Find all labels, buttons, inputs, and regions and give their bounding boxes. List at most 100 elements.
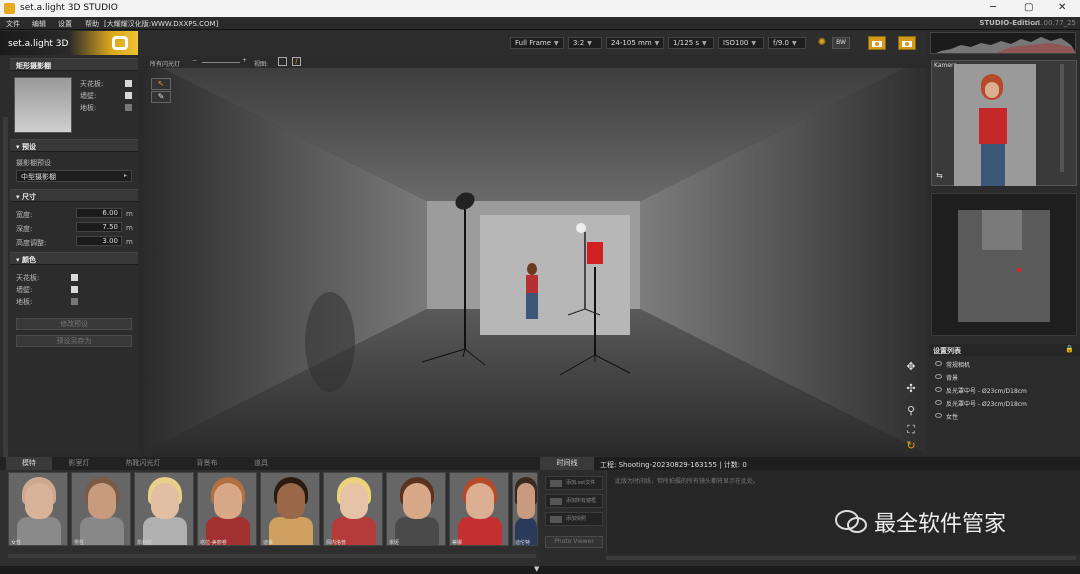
flash-plus-icon[interactable]: +	[242, 57, 247, 64]
eye-icon[interactable]	[935, 361, 942, 366]
tab-props[interactable]: 道具	[238, 457, 284, 470]
model-card[interactable]: 迪伦特	[512, 472, 538, 546]
settings-item[interactable]: 背景	[933, 373, 1069, 382]
size-header[interactable]: ▾ 尺寸	[10, 189, 138, 202]
left-scrollbar[interactable]	[3, 117, 8, 507]
wall-color-swatch[interactable]	[71, 286, 78, 293]
wall-checkbox[interactable]	[125, 92, 132, 99]
close-button[interactable]: ✕	[1058, 2, 1066, 13]
settings-item[interactable]: 女性	[933, 412, 1069, 421]
model-shirt	[979, 108, 1007, 144]
select-tool-icon[interactable]: ↖	[151, 78, 171, 90]
measure-tool-icon[interactable]: ✎	[151, 91, 171, 103]
model-scrollbar[interactable]	[8, 554, 536, 558]
menu-bar: 文件 编辑 设置 帮助 [大耀耀汉化版:WWW.DXXPS.COM] STUDI…	[0, 17, 1080, 30]
preset-select[interactable]: 中型摄影棚 ▸	[16, 170, 132, 182]
eye-icon[interactable]	[935, 387, 942, 392]
project-info: 工程: Shooting-20230829-163155 | 计数: 0	[600, 461, 747, 469]
settings-item[interactable]: 常规相机	[933, 360, 1069, 369]
add-frames-icon	[550, 498, 562, 505]
edition-label: STUDIO-Edition	[979, 19, 1040, 27]
tab-models[interactable]: 模特	[6, 457, 52, 470]
ceiling-checkbox[interactable]	[125, 80, 132, 87]
model-card[interactable]: 迪莱	[260, 472, 320, 546]
add-snapshot-button[interactable]: 添加快照	[545, 512, 603, 526]
camera-zoom-slider[interactable]	[1060, 64, 1064, 172]
width-label: 宽度:	[16, 211, 33, 219]
depth-input[interactable]: 7.50	[76, 222, 122, 232]
zoom-icon[interactable]: ⚲	[904, 404, 918, 418]
histogram	[930, 32, 1076, 54]
add-all-frames-button[interactable]: 添加所有镜框	[545, 494, 603, 508]
eye-icon[interactable]	[935, 400, 942, 405]
color-header[interactable]: ▾ 颜色	[10, 252, 138, 265]
modify-preset-button[interactable]: 修改预设	[16, 318, 132, 330]
model-card[interactable]: 凯利尔	[134, 472, 194, 546]
menu-edit[interactable]: 编辑	[32, 19, 46, 29]
menu-settings[interactable]: 设置	[58, 19, 72, 29]
floor-label: 地板:	[80, 104, 97, 112]
grid-icon[interactable]	[278, 57, 287, 66]
reset-view-icon[interactable]: ↻	[904, 439, 918, 453]
bw-toggle[interactable]: BW	[832, 37, 850, 49]
timeline-scrollbar[interactable]	[606, 556, 1076, 560]
3d-viewport[interactable]: 所有闪光灯 − + 视图: / ↖ ✎ ✥ ✣ ⚲ ⛶ ↻	[140, 57, 927, 454]
snapshot-button[interactable]	[868, 36, 886, 50]
orbit-icon[interactable]: ✥	[904, 360, 918, 374]
height-input[interactable]: 3.00	[76, 236, 122, 246]
preset-header[interactable]: ▾ 预设	[10, 139, 138, 152]
pan-icon[interactable]: ✣	[904, 382, 918, 396]
minimize-button[interactable]: ─	[990, 2, 996, 13]
model-library: 女性 男性 凯利尔 塔拉-美丽卷 迪莱 佩内洛普 米娅 蒂娜 迪伦特	[0, 470, 540, 566]
collapse-panel-icon[interactable]: ▼	[534, 566, 539, 573]
lock-icon[interactable]: 🔒	[1065, 345, 1074, 353]
settings-item[interactable]: 反光罩中号 - Ø23cm/D18cm	[933, 399, 1069, 408]
room-header[interactable]: 矩形摄影棚	[10, 58, 138, 71]
tab-backdrops[interactable]: 背景布	[184, 457, 230, 470]
model-card[interactable]: 佩内洛普	[323, 472, 383, 546]
settings-item[interactable]: 反光罩中号 - Ø23cm/D18cm	[933, 386, 1069, 395]
flash-minus-icon[interactable]: −	[192, 57, 197, 64]
model-card[interactable]: 男性	[71, 472, 131, 546]
top-view-map[interactable]	[931, 193, 1077, 336]
watermark: 最全软件管家	[834, 504, 1054, 540]
guide-line-icon[interactable]: /	[292, 57, 301, 66]
menu-file[interactable]: 文件	[6, 19, 20, 29]
right-panel: Kamera ⇆ 设置列表 🔒 常规相机 背景 反光罩中号 - Ø23cm/D1…	[929, 57, 1080, 457]
width-input[interactable]: 6.00	[76, 208, 122, 218]
photo-viewer-button[interactable]: Photo Viewer	[545, 536, 603, 548]
menu-help[interactable]: 帮助	[85, 19, 99, 29]
swap-icon[interactable]: ⇆	[936, 171, 943, 180]
eye-icon[interactable]	[935, 374, 942, 379]
model-card[interactable]: 女性	[8, 472, 68, 546]
model-card[interactable]: 蒂娜	[449, 472, 509, 546]
fit-view-icon[interactable]: ⛶	[904, 423, 918, 437]
maximize-button[interactable]: ▢	[1024, 2, 1033, 13]
iso-select[interactable]: ISO100 ▼	[718, 37, 764, 49]
flash-slider[interactable]	[202, 62, 240, 63]
chevron-down-icon: ▼	[791, 40, 797, 47]
height-unit: m	[126, 238, 133, 246]
add-set-file-button[interactable]: 添加.set文件	[545, 476, 603, 490]
eye-icon[interactable]	[935, 413, 942, 418]
floor-color-swatch[interactable]	[71, 298, 78, 305]
model-card[interactable]: 米娅	[386, 472, 446, 546]
aperture-select[interactable]: f/9.0 ▼	[768, 37, 806, 49]
chevron-right-icon: ▸	[123, 172, 127, 179]
tab-studio-lights[interactable]: 影室灯	[56, 457, 102, 470]
save-preset-as-button[interactable]: 预设另存为	[16, 335, 132, 347]
tab-speedlights[interactable]: 热靴闪光灯	[114, 457, 172, 470]
ratio-select[interactable]: 3:2 ▼	[568, 37, 602, 49]
ceiling-color-swatch[interactable]	[71, 274, 78, 281]
lens-select[interactable]: 24-105 mm ▼	[606, 37, 664, 49]
light-meter-icon[interactable]: ✺	[816, 37, 828, 49]
floor-checkbox[interactable]	[125, 104, 132, 111]
brand-name: set.a.light 3D	[8, 39, 69, 49]
timeline-tabs: 时间线 工程: Shooting-20230829-163155 | 计数: 0	[540, 457, 1080, 470]
frame-select[interactable]: Full Frame ▼	[510, 37, 564, 49]
tab-timeline[interactable]: 时间线	[540, 457, 594, 470]
shoot-button[interactable]	[898, 36, 916, 50]
model-card[interactable]: 塔拉-美丽卷	[197, 472, 257, 546]
shutter-select[interactable]: 1/125 s ▼	[668, 37, 714, 49]
timeline-hint: 此版为时间线，但所拍摄的所有镜头都将显示在此处。	[615, 478, 760, 485]
